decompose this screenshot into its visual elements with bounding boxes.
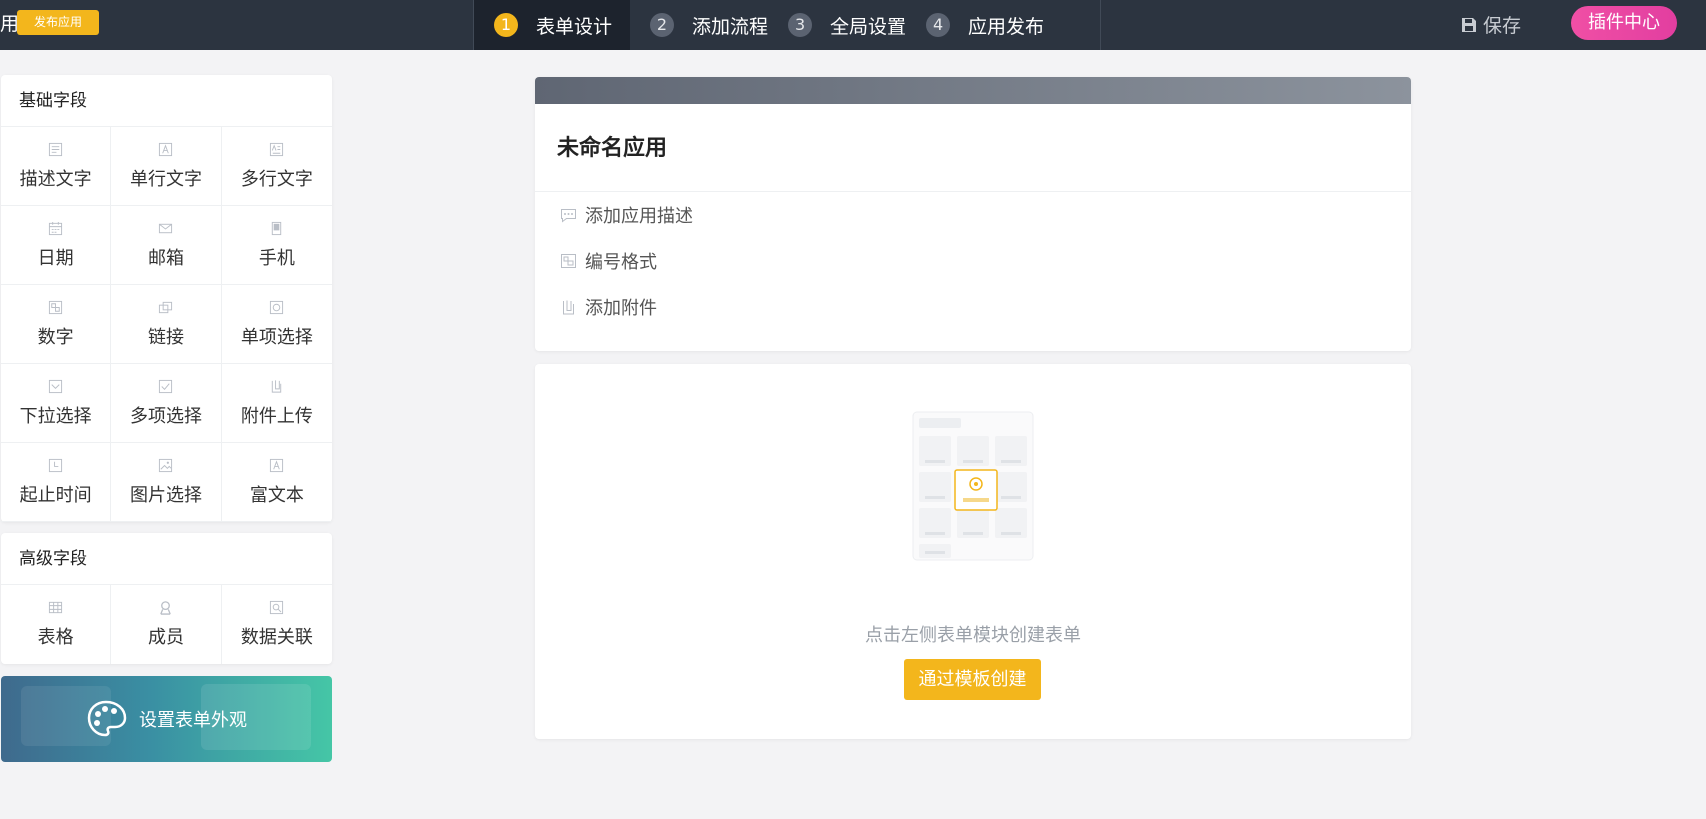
field-label: 数字	[37, 326, 74, 348]
field-attachment[interactable]: 附件上传	[221, 364, 332, 443]
step-label: 添加流程	[692, 15, 769, 38]
step-add-flow[interactable]: 2 添加流程	[630, 0, 768, 50]
basic-fields-panel: 基础字段 描述文字 单行文字 多行文字 日期 邮箱 手机 数字 链接 单项选择 …	[1, 75, 332, 522]
field-phone[interactable]: 手机	[221, 206, 332, 285]
app-title[interactable]: 未命名应用	[535, 104, 1411, 192]
field-member[interactable]: 成员	[111, 585, 222, 664]
card-header-band	[535, 77, 1411, 104]
step-number: 3	[788, 13, 813, 37]
checkbox-icon	[159, 379, 173, 393]
field-label: 单行文字	[129, 168, 202, 190]
attachment-icon	[563, 300, 574, 314]
advanced-fields-grid: 表格 成员 数据关联	[1, 585, 332, 664]
empty-hint-text: 点击左侧表单模块创建表单	[865, 625, 1081, 646]
table-icon	[49, 601, 63, 614]
basic-fields-grid: 描述文字 单行文字 多行文字 日期 邮箱 手机 数字 链接 单项选择 下拉选择 …	[1, 127, 332, 522]
link-icon	[159, 301, 173, 313]
field-label: 单项选择	[240, 326, 313, 348]
field-label: 邮箱	[147, 247, 184, 269]
add-description-option[interactable]: 添加应用描述	[535, 192, 1411, 238]
field-link[interactable]: 链接	[111, 285, 222, 364]
attachment-icon	[272, 379, 282, 393]
field-label: 起止时间	[19, 484, 92, 506]
step-number: 1	[494, 13, 518, 37]
field-label: 手机	[258, 247, 295, 269]
field-label: 图片选择	[129, 484, 202, 506]
rich-text-icon	[270, 458, 284, 472]
field-data-link[interactable]: 数据关联	[222, 585, 332, 664]
plugin-center-button[interactable]: 插件中心	[1571, 6, 1677, 40]
data-link-icon	[270, 600, 284, 615]
number-format-option[interactable]: 编号格式	[535, 238, 1411, 284]
field-time-range[interactable]: 起止时间	[1, 443, 112, 522]
publish-app-badge[interactable]: 发布应用	[17, 10, 99, 35]
option-label: 添加应用描述	[585, 206, 693, 227]
clock-icon	[49, 458, 63, 472]
step-global-settings[interactable]: 3 全局设置	[768, 0, 906, 50]
field-label: 富文本	[249, 484, 304, 506]
image-icon	[159, 458, 173, 472]
field-radio[interactable]: 单项选择	[221, 285, 332, 364]
step-number: 4	[926, 13, 951, 37]
step-label: 应用发布	[968, 15, 1045, 38]
field-checkbox[interactable]: 多项选择	[111, 364, 222, 443]
radio-icon	[270, 300, 284, 314]
step-nav: 1 表单设计 2 添加流程 3 全局设置 4 应用发布	[473, 0, 1101, 50]
top-bar: 用 发布应用 1 表单设计 2 添加流程 3 全局设置 4 应用发布 保存 插件…	[0, 0, 1706, 50]
field-mail[interactable]: 邮箱	[111, 206, 222, 285]
appearance-label: 设置表单外观	[139, 710, 247, 731]
phone-icon	[272, 221, 282, 235]
app-info-card: 未命名应用 添加应用描述 编号格式 添加附件	[535, 77, 1411, 351]
advanced-fields-title: 高级字段	[1, 533, 332, 585]
option-label: 编号格式	[585, 252, 657, 273]
field-multi-line-text[interactable]: 多行文字	[221, 127, 332, 206]
field-label: 下拉选择	[19, 405, 92, 427]
field-label: 数据关联	[240, 627, 313, 648]
field-description-text[interactable]: 描述文字	[1, 127, 112, 206]
mail-icon	[159, 223, 173, 233]
step-number: 2	[650, 13, 675, 37]
step-form-design[interactable]: 1 表单设计	[474, 0, 631, 50]
field-label: 成员	[147, 627, 184, 648]
palette-icon	[87, 700, 127, 737]
step-label: 全局设置	[830, 15, 907, 38]
option-label: 添加附件	[585, 298, 657, 319]
add-attachment-option[interactable]: 添加附件	[535, 284, 1411, 330]
field-label: 描述文字	[19, 168, 92, 190]
field-image-select[interactable]: 图片选择	[111, 443, 222, 522]
create-from-template-button[interactable]: 通过模板创建	[904, 659, 1041, 700]
field-single-line-text[interactable]: 单行文字	[111, 127, 222, 206]
calendar-icon	[49, 221, 63, 235]
member-icon	[160, 601, 172, 615]
field-label: 多项选择	[129, 405, 202, 427]
form-canvas: 点击左侧表单模块创建表单 通过模板创建	[535, 364, 1411, 739]
step-label: 表单设计	[536, 15, 613, 38]
field-dropdown[interactable]: 下拉选择	[1, 364, 112, 443]
save-icon	[1462, 17, 1476, 32]
field-rich-text[interactable]: 富文本	[221, 443, 332, 522]
appearance-content: 设置表单外观	[87, 700, 247, 738]
description-icon	[49, 142, 63, 156]
basic-fields-title: 基础字段	[1, 75, 332, 127]
save-label: 保存	[1483, 15, 1522, 37]
field-date[interactable]: 日期	[1, 206, 112, 285]
field-label: 链接	[147, 326, 184, 348]
comment-icon	[561, 209, 576, 223]
dropdown-icon	[49, 379, 63, 393]
step-app-publish[interactable]: 4 应用发布	[906, 0, 1044, 50]
number-format-icon	[561, 254, 576, 268]
field-label: 日期	[37, 247, 74, 269]
save-button[interactable]: 保存	[1461, 11, 1521, 38]
multi-line-text-icon	[270, 142, 284, 156]
form-appearance-button[interactable]: 设置表单外观	[1, 676, 332, 762]
advanced-fields-panel: 高级字段 表格 成员 数据关联	[1, 533, 332, 664]
field-number[interactable]: 数字	[1, 285, 112, 364]
empty-form-illustration	[912, 411, 1034, 561]
field-label: 附件上传	[240, 405, 313, 427]
single-line-text-icon	[159, 142, 173, 156]
field-table[interactable]: 表格	[1, 585, 112, 664]
field-label: 表格	[37, 627, 74, 648]
number-icon	[49, 300, 63, 314]
field-label: 多行文字	[240, 168, 313, 190]
